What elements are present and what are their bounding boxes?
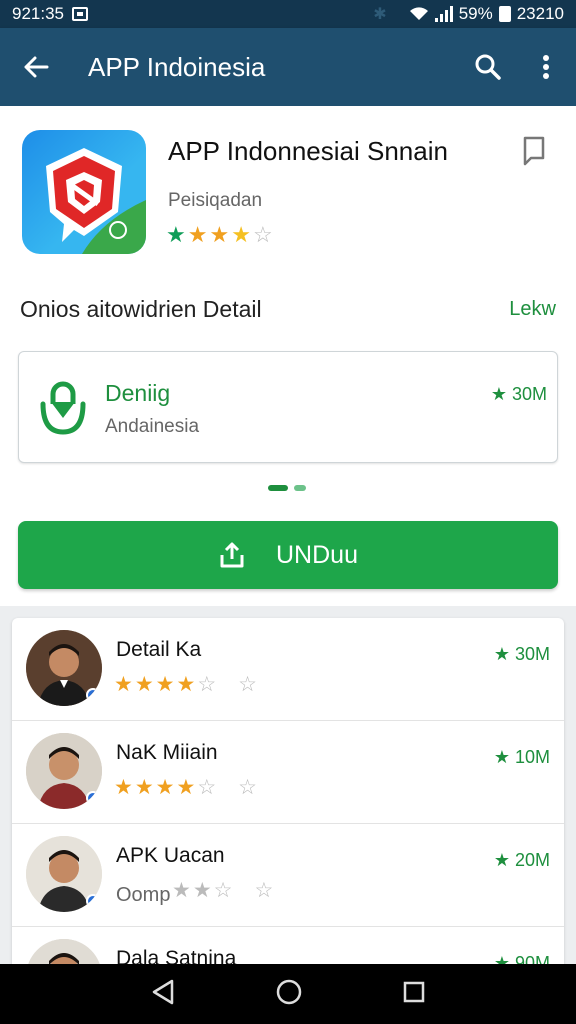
gallery-icon xyxy=(72,7,88,21)
star-icon: ★ xyxy=(134,673,154,696)
star-icon: ★ xyxy=(187,222,208,247)
item-rating: ★ ★ ☆ ☆ xyxy=(172,878,273,903)
star-empty-icon: ☆ xyxy=(252,222,273,247)
star-empty-icon: ☆ xyxy=(197,673,217,696)
star-empty-icon: ☆ xyxy=(238,673,257,696)
download-label: UNDuu xyxy=(276,540,358,569)
page-title: APP Indoinesia xyxy=(88,51,266,82)
star-empty-icon: ☆ xyxy=(197,776,217,799)
page-dot-active xyxy=(268,485,288,491)
verified-badge-icon xyxy=(86,791,100,805)
app-list: Detail Ka ★ ★ ★ ★ ☆ ☆ ★ 30M NaK Miiain ★ ★ ★ ★ ☆ ☆… xyxy=(12,618,564,978)
status-time: 23210 xyxy=(516,4,564,23)
list-item[interactable]: Detail Ka ★ ★ ★ ★ ☆ ☆ ★ 30M xyxy=(12,618,564,721)
star-empty-icon: ☆ xyxy=(238,776,257,799)
battery-percent: 59% xyxy=(458,4,493,23)
item-count: ★ 30M xyxy=(493,644,550,664)
star-icon: ★ xyxy=(155,673,175,696)
bookmark-button[interactable] xyxy=(522,136,548,171)
detail-subtitle: Andainesia xyxy=(105,416,200,437)
bookmark-icon xyxy=(523,136,545,166)
lock-shield-icon xyxy=(40,381,86,435)
star-icon: ★ xyxy=(176,673,196,696)
circle-home-icon xyxy=(276,979,302,1004)
star-icon: ★ xyxy=(155,776,175,799)
detail-count: ★ 30M xyxy=(490,384,547,404)
item-subtitle: Oomp xyxy=(116,884,171,906)
star-empty-icon: ☆ xyxy=(254,879,274,902)
item-name: Detail Ka xyxy=(116,638,202,661)
star-icon: ★ xyxy=(176,776,196,799)
arrow-left-icon xyxy=(24,56,49,78)
battery-icon xyxy=(498,6,511,22)
more-options-button[interactable] xyxy=(516,28,576,106)
app-rating: ★ ★ ★ ★ ☆ xyxy=(166,222,273,248)
item-name: NaK Miiain xyxy=(116,741,218,764)
section-title: Onios aitowidrien Detail xyxy=(20,296,262,322)
item-count: ★ 20M xyxy=(493,850,550,870)
nav-back-button[interactable] xyxy=(150,978,176,1011)
verified-badge-icon xyxy=(86,688,100,702)
star-icon: ★ xyxy=(231,222,251,247)
square-recents-icon xyxy=(404,981,425,1002)
app-bar: APP Indoinesia xyxy=(0,28,576,106)
status-bar: 921:35 ✱ 59% 23210 xyxy=(0,0,576,28)
search-icon xyxy=(475,54,501,80)
nav-home-button[interactable] xyxy=(275,978,303,1011)
star-empty-icon: ★ xyxy=(192,879,212,902)
item-count: ★ 10M xyxy=(493,747,550,767)
item-name: APK Uacan xyxy=(116,844,225,867)
more-vert-icon xyxy=(543,55,549,79)
item-rating: ★ ★ ★ ★ ☆ ☆ xyxy=(114,672,257,697)
star-icon: ★ xyxy=(166,222,186,247)
star-empty-icon: ☆ xyxy=(213,879,233,902)
triangle-back-icon xyxy=(152,979,173,1004)
avatar xyxy=(26,630,102,706)
star-icon: ★ xyxy=(114,776,133,799)
item-rating: ★ ★ ★ ★ ☆ ☆ xyxy=(114,775,257,800)
bluetooth-icon: ✱ xyxy=(373,6,387,23)
page-indicator xyxy=(268,485,306,491)
list-item[interactable]: APK Uacan Oomp ★ ★ ☆ ☆ ★ 20M xyxy=(12,824,564,927)
status-left-text: 921:35 xyxy=(12,4,64,23)
app-name: APP Indonnesiai Snnain xyxy=(168,136,448,166)
publisher-name: Peisiqadan xyxy=(168,190,263,211)
detail-title: Deniig xyxy=(105,380,171,406)
star-icon: ★ xyxy=(209,222,230,247)
wifi-icon xyxy=(409,7,428,20)
verified-badge-icon xyxy=(86,894,100,908)
system-nav-bar xyxy=(0,964,576,1024)
app-header-section: APP Indonnesiai Snnain Peisiqadan ★ ★ ★ … xyxy=(0,106,576,606)
star-empty-icon: ★ xyxy=(172,879,191,902)
list-item[interactable]: NaK Miiain ★ ★ ★ ★ ☆ ☆ ★ 10M xyxy=(12,721,564,824)
star-icon: ★ xyxy=(114,673,133,696)
app-logo xyxy=(22,130,146,254)
search-button[interactable] xyxy=(460,28,516,106)
avatar xyxy=(26,836,102,912)
signal-icon xyxy=(434,6,453,22)
section-more-link[interactable]: Lekw xyxy=(509,298,556,321)
detail-card[interactable]: Deniig Andainesia ★ 30M xyxy=(18,351,558,463)
share-upload-icon xyxy=(220,542,244,568)
star-icon: ★ xyxy=(134,776,154,799)
back-button[interactable] xyxy=(0,28,72,106)
avatar xyxy=(26,733,102,809)
page-dot xyxy=(294,485,306,491)
nav-recents-button[interactable] xyxy=(402,980,426,1009)
download-button[interactable]: UNDuu xyxy=(18,521,558,589)
